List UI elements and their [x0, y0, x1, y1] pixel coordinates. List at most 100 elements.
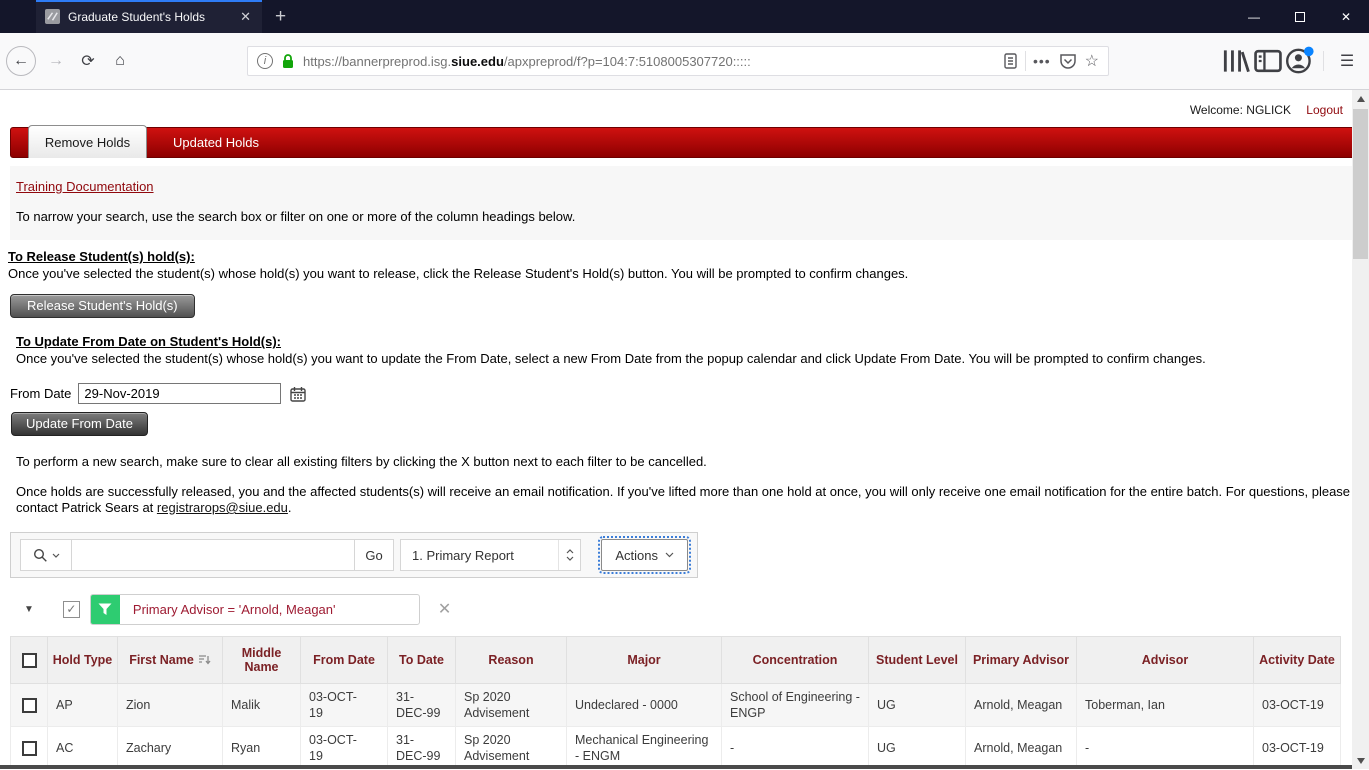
release-instructions: Once you've selected the student(s) whos… [8, 266, 1369, 282]
browser-window: Graduate Student's Holds ✕ + — ✕ ← → ⟳ ⌂… [0, 0, 1369, 770]
filter-label: Primary Advisor = 'Arnold, Meagan' [120, 602, 336, 617]
scroll-up-arrow-icon[interactable] [1352, 90, 1369, 107]
col-student-level[interactable]: Student Level [869, 637, 966, 684]
col-concentration[interactable]: Concentration [722, 637, 869, 684]
tab-remove-holds[interactable]: Remove Holds [28, 125, 147, 158]
filter-funnel-button[interactable] [91, 594, 120, 625]
back-button[interactable]: ← [6, 46, 36, 76]
welcome-text: Welcome: NGLICK [1190, 103, 1291, 117]
col-major[interactable]: Major [567, 637, 722, 684]
report-select-spinner[interactable] [558, 540, 580, 570]
site-info-icon[interactable]: i [257, 53, 273, 69]
search-icon [33, 548, 48, 563]
reload-button[interactable]: ⟳ [72, 45, 104, 77]
table-cell: Undeclared - 0000 [567, 684, 722, 727]
email-note: Once holds are successfully released, yo… [16, 484, 1351, 516]
col-advisor[interactable]: Advisor [1077, 637, 1254, 684]
tab-title: Graduate Student's Holds [68, 10, 230, 24]
browser-titlebar: Graduate Student's Holds ✕ + — ✕ [0, 0, 1369, 33]
scroll-down-arrow-icon[interactable] [1352, 752, 1369, 769]
tab-updated-holds[interactable]: Updated Holds [161, 128, 271, 157]
bottom-divider [0, 765, 1352, 769]
url-bar[interactable]: i https://bannerpreprod.isg.siue.edu/apx… [247, 46, 1109, 76]
search-column-dropdown[interactable] [20, 539, 72, 571]
session-bar: Welcome: NGLICK Logout [0, 90, 1369, 117]
menu-hamburger-icon[interactable]: ☰ [1331, 45, 1363, 77]
table-cell: UG [869, 727, 966, 770]
filter-chip[interactable]: Primary Advisor = 'Arnold, Meagan' [90, 594, 420, 625]
forward-button[interactable]: → [40, 45, 72, 77]
calendar-picker-button[interactable] [289, 385, 307, 403]
window-maximize-button[interactable] [1277, 0, 1323, 33]
select-all-header-cell [11, 637, 48, 684]
browser-toolbar: ← → ⟳ ⌂ i https://bannerpreprod.isg.siue… [0, 33, 1369, 90]
release-holds-button[interactable]: Release Student's Hold(s) [10, 294, 195, 318]
table-cell: School of Engineering - ENGP [722, 684, 869, 727]
report-search-toolbar: Go 1. Primary Report Actions [10, 532, 698, 578]
sidebar-toggle-icon[interactable] [1252, 45, 1284, 77]
update-from-date-button[interactable]: Update From Date [11, 412, 148, 436]
select-all-checkbox[interactable] [22, 653, 37, 668]
filter-expand-triangle-icon[interactable]: ▼ [24, 604, 34, 615]
go-button[interactable]: Go [354, 539, 394, 571]
holds-table: Hold Type First Name Middle Name From Da… [10, 636, 1341, 769]
tab-close-icon[interactable]: ✕ [238, 9, 253, 25]
bookmark-star-icon[interactable]: ☆ [1085, 51, 1099, 71]
home-button[interactable]: ⌂ [104, 45, 136, 77]
lock-icon [281, 53, 295, 69]
report-select[interactable]: 1. Primary Report [400, 539, 581, 571]
training-documentation-link[interactable]: Training Documentation [16, 179, 154, 194]
row-checkbox[interactable] [22, 698, 37, 713]
scrollbar-thumb[interactable] [1353, 109, 1368, 259]
account-icon[interactable] [1284, 45, 1316, 77]
chevron-down-icon [566, 556, 574, 561]
col-first-name[interactable]: First Name [118, 637, 223, 684]
table-cell: Zachary [118, 727, 223, 770]
new-tab-button[interactable]: + [262, 0, 299, 33]
pocket-icon[interactable] [1059, 52, 1077, 70]
col-activity-date[interactable]: Activity Date [1254, 637, 1341, 684]
from-date-input[interactable] [78, 383, 281, 404]
filter-enabled-checkbox[interactable] [63, 601, 80, 618]
page-favicon-icon [45, 9, 60, 24]
sort-ascending-icon [198, 654, 211, 666]
chevron-down-icon [52, 553, 60, 558]
toolbar-right-icons: ☰ [1220, 45, 1363, 77]
col-to-date[interactable]: To Date [388, 637, 456, 684]
page-scrollbar[interactable] [1352, 90, 1369, 769]
col-reason[interactable]: Reason [456, 637, 567, 684]
table-cell: 03-OCT-19 [301, 684, 388, 727]
registrarops-email-link[interactable]: registrarops@siue.edu [157, 500, 288, 515]
report-search-input[interactable] [72, 539, 354, 571]
table-cell: 31-DEC-99 [388, 727, 456, 770]
table-header-row: Hold Type First Name Middle Name From Da… [11, 637, 1341, 684]
browser-tab[interactable]: Graduate Student's Holds ✕ [36, 0, 262, 33]
page-content: Welcome: NGLICK Logout Remove Holds Upda… [0, 90, 1369, 769]
library-icon[interactable] [1220, 45, 1252, 77]
table-row: ACZacharyRyan03-OCT-1931-DEC-99Sp 2020 A… [11, 727, 1341, 770]
col-from-date[interactable]: From Date [301, 637, 388, 684]
row-checkbox[interactable] [22, 741, 37, 756]
table-cell: Arnold, Meagan [966, 684, 1077, 727]
window-close-button[interactable]: ✕ [1323, 0, 1369, 33]
window-minimize-button[interactable]: — [1231, 0, 1277, 33]
reader-mode-icon[interactable] [1003, 53, 1018, 69]
update-heading: To Update From Date on Student's Hold(s)… [16, 334, 1369, 349]
notification-dot [1304, 47, 1314, 57]
table-cell: Sp 2020 Advisement [456, 727, 567, 770]
table-cell: AP [48, 684, 118, 727]
filter-remove-icon[interactable]: ✕ [438, 599, 451, 619]
table-cell: Arnold, Meagan [966, 727, 1077, 770]
narrow-search-text: To narrow your search, use the search bo… [16, 209, 1353, 224]
table-cell: - [722, 727, 869, 770]
actions-button[interactable]: Actions [601, 539, 688, 571]
chevron-up-icon [566, 549, 574, 554]
col-primary-advisor[interactable]: Primary Advisor [966, 637, 1077, 684]
table-cell: 03-OCT-19 [1254, 727, 1341, 770]
logout-link[interactable]: Logout [1306, 103, 1343, 117]
row-checkbox-cell [11, 684, 48, 727]
col-middle-name[interactable]: Middle Name [223, 637, 301, 684]
page-actions-icon[interactable]: ••• [1033, 53, 1051, 69]
col-hold-type[interactable]: Hold Type [48, 637, 118, 684]
release-section: To Release Student(s) hold(s): Once you'… [8, 249, 1369, 318]
